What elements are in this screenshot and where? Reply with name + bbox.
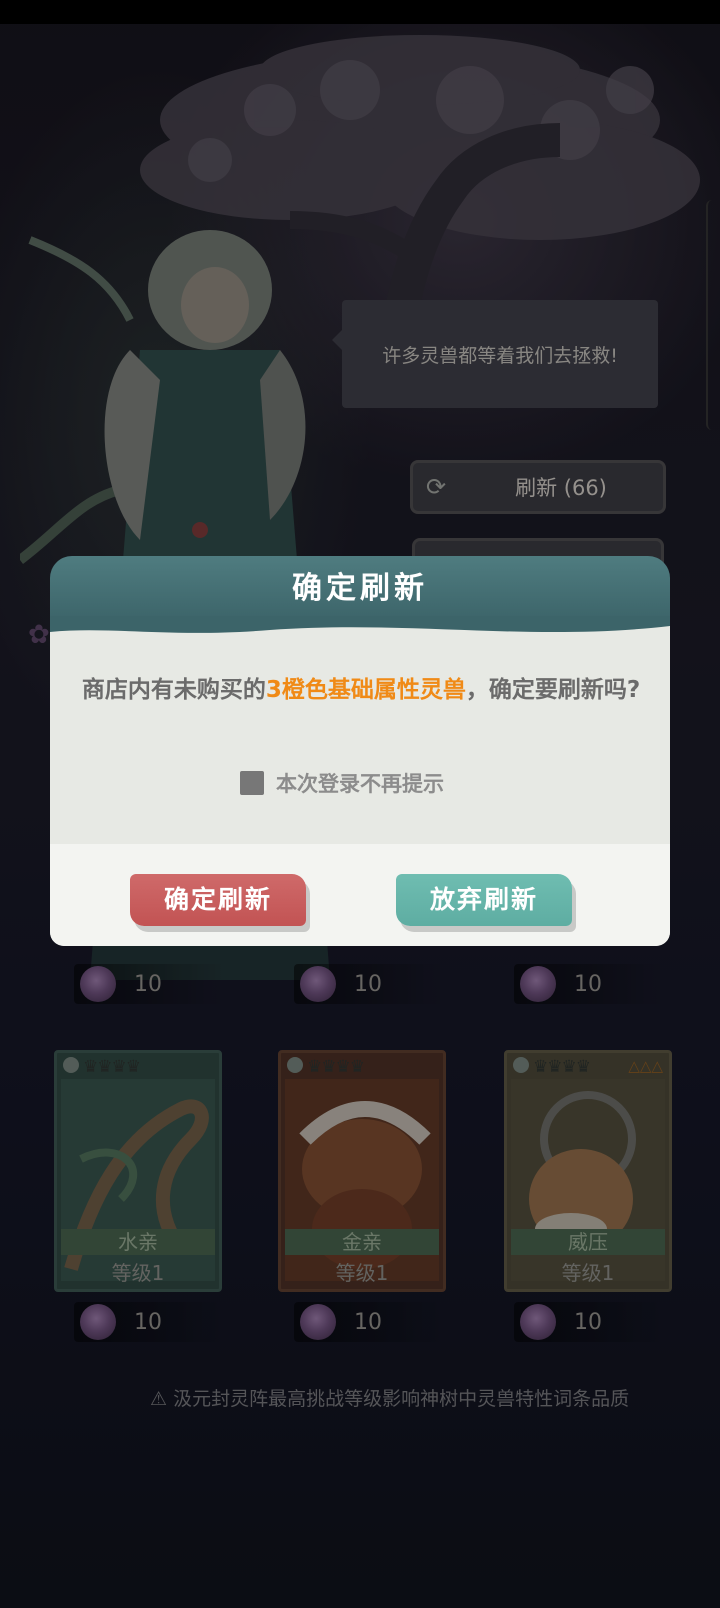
price-value: 10 [574, 1309, 602, 1335]
spirit-gem-icon [520, 966, 556, 1002]
card-level: 等级1 [111, 1261, 165, 1285]
refresh-label: 刷新 (66) [515, 476, 607, 500]
paw-icon [513, 1057, 529, 1073]
price-value: 10 [134, 971, 162, 997]
confirm-refresh-button[interactable]: 确定刷新 [130, 874, 306, 926]
card-name: 水亲 [61, 1229, 215, 1255]
price-value: 10 [134, 1309, 162, 1335]
rank-crowns-icon: ♛♛♛♛ [533, 1057, 591, 1077]
shop-notice: ⚠ 汲元封灵阵最高挑战等级影响神树中灵兽特性词条品质 [150, 1388, 630, 1410]
status-bar [0, 0, 720, 24]
card-name: 威压 [511, 1229, 665, 1255]
price-tag: 10 [74, 1302, 224, 1342]
checkbox-label: 本次登录不再提示 [276, 772, 444, 796]
dialog-title: 确定刷新 [50, 556, 670, 622]
confirm-refresh-dialog: 确定刷新 商店内有未购买的3橙色基础属性灵兽，确定要刷新吗? 本次登录不再提示 … [50, 556, 670, 946]
price-value: 10 [574, 971, 602, 997]
refresh-button[interactable]: ⟳ 刷新 (66) [410, 460, 666, 514]
rank-crowns-icon: ♛♛♛♛ [307, 1057, 365, 1077]
beast-card-pressure[interactable]: ♛♛♛♛ △△△ 威压 等级1 [504, 1050, 672, 1292]
price-tag: 10 [514, 964, 664, 1004]
paw-icon [287, 1057, 303, 1073]
card-level: 等级1 [561, 1261, 615, 1285]
game-screen: ✿ 许多灵兽都等着我们去拯救! ⟳ 刷新 (66) 10 10 10 ♛♛♛♛ … [0, 0, 720, 1608]
beast-card-metal[interactable]: ♛♛♛♛ 金亲 等级1 [278, 1050, 446, 1292]
spirit-gem-icon [80, 1304, 116, 1340]
price-value: 10 [354, 1309, 382, 1335]
dialog-message: 商店内有未购买的3橙色基础属性灵兽，确定要刷新吗? [76, 668, 646, 712]
spirit-gem-icon [520, 1304, 556, 1340]
message-suffix: ，确定要刷新吗? [465, 677, 641, 703]
rank-crowns-icon: ♛♛♛♛ [83, 1057, 141, 1077]
paw-icon [63, 1057, 79, 1073]
price-tag: 10 [294, 1302, 444, 1342]
npc-speech-bubble: 许多灵兽都等着我们去拯救! [332, 300, 658, 408]
warning-triangles-icon: △△△ [628, 1057, 663, 1075]
card-level: 等级1 [335, 1261, 389, 1285]
spirit-gem-icon [300, 966, 336, 1002]
dont-remind-checkbox[interactable]: 本次登录不再提示 [240, 768, 444, 798]
dialog-body: 商店内有未购买的3橙色基础属性灵兽，确定要刷新吗? 本次登录不再提示 确定刷新 … [50, 616, 670, 946]
price-value: 10 [354, 971, 382, 997]
message-prefix: 商店内有未购买的 [81, 677, 266, 703]
checkbox-square[interactable] [240, 771, 264, 795]
beast-card-water[interactable]: ♛♛♛♛ 水亲 等级1 [54, 1050, 222, 1292]
spirit-gem-icon [300, 1304, 336, 1340]
price-tag: 10 [294, 964, 444, 1004]
spirit-gem-icon [80, 966, 116, 1002]
petal-icon: ✿ [28, 620, 50, 650]
price-tag: 10 [74, 964, 224, 1004]
side-panel-edge [706, 200, 720, 430]
dialog-wave-decoration [50, 616, 670, 633]
dialog-footer: 确定刷新 放弃刷新 [50, 844, 670, 946]
refresh-icon: ⟳ [425, 473, 447, 501]
cancel-refresh-button[interactable]: 放弃刷新 [396, 874, 572, 926]
card-name: 金亲 [285, 1229, 439, 1255]
price-tag: 10 [514, 1302, 664, 1342]
message-highlight: 3橙色基础属性灵兽 [265, 677, 466, 703]
